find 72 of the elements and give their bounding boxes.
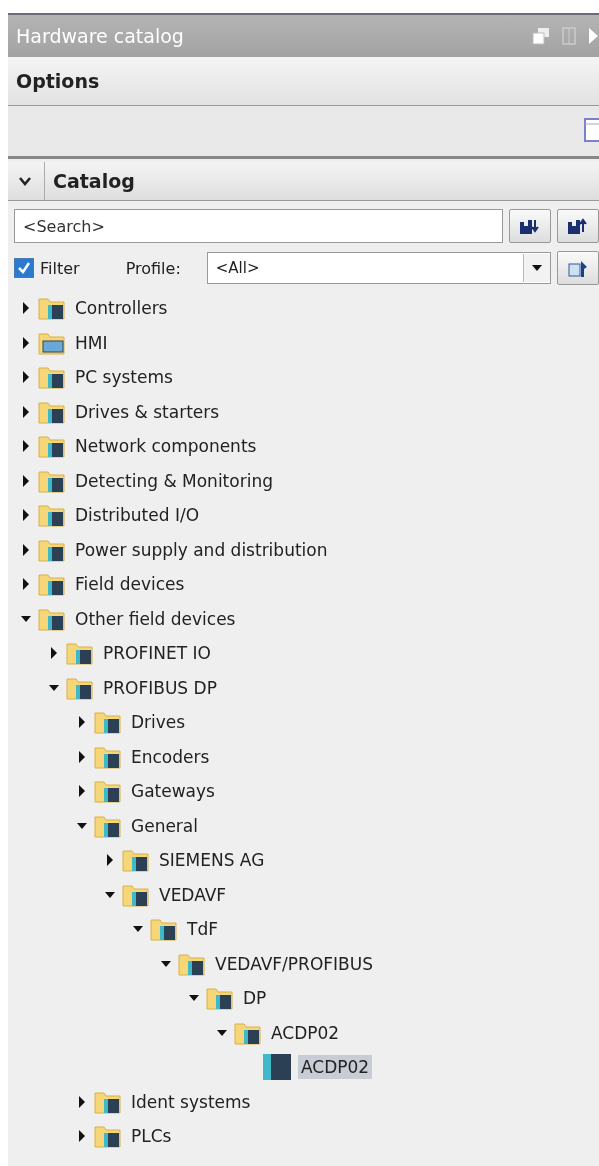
folder-icon <box>94 1123 122 1150</box>
tree-item[interactable]: Gateways <box>128 779 218 804</box>
profile-settings-icon <box>567 258 589 278</box>
collapsed-arrow-icon[interactable] <box>76 1129 88 1144</box>
collapsed-arrow-icon[interactable] <box>20 508 32 523</box>
sort-down-icon <box>519 217 541 235</box>
folder-icon <box>38 364 66 391</box>
catalog-header[interactable]: Catalog <box>8 162 599 201</box>
collapsed-arrow-icon[interactable] <box>76 749 88 764</box>
tree-item[interactable]: Field devices <box>72 572 188 597</box>
search-down-button[interactable] <box>509 209 551 243</box>
tree-item[interactable]: VEDAVF/PROFIBUS <box>212 951 376 976</box>
collapsed-arrow-icon[interactable] <box>20 335 32 350</box>
folder-icon <box>38 502 66 529</box>
folder-icon <box>94 778 122 805</box>
collapsed-arrow-icon[interactable] <box>20 439 32 454</box>
search-up-button[interactable] <box>557 209 599 243</box>
catalog-title: Catalog <box>44 162 135 200</box>
tree-item[interactable]: Drives & starters <box>72 399 223 424</box>
folder-icon <box>206 985 234 1012</box>
tree-item[interactable]: ACDP02 <box>268 1020 343 1045</box>
folder-icon <box>38 433 66 460</box>
filter-checkbox[interactable] <box>14 258 34 278</box>
tree-item[interactable]: DP <box>240 986 270 1011</box>
folder-icon <box>38 571 66 598</box>
tree-item[interactable]: Network components <box>72 434 260 459</box>
tree-item[interactable]: TdF <box>184 917 221 942</box>
options-title: Options <box>16 70 100 92</box>
collapsed-arrow-icon[interactable] <box>20 404 32 419</box>
collapsed-arrow-icon[interactable] <box>76 784 88 799</box>
profile-dropdown[interactable]: <All> <box>206 252 551 284</box>
dropdown-arrow-icon <box>532 265 542 271</box>
collapsed-arrow-icon[interactable] <box>104 853 116 868</box>
folder-icon <box>94 709 122 736</box>
tree-item[interactable]: SIEMENS AG <box>156 848 268 873</box>
collapsed-arrow-icon[interactable] <box>20 577 32 592</box>
tree-item[interactable]: Ident systems <box>128 1089 254 1114</box>
tree-item[interactable]: Controllers <box>72 296 171 321</box>
options-header[interactable]: Options <box>8 57 599 106</box>
collapsed-arrow-icon[interactable] <box>76 1094 88 1109</box>
sort-up-icon <box>567 217 589 235</box>
tree-item[interactable]: Encoders <box>128 744 213 769</box>
profile-settings-button[interactable] <box>557 251 599 285</box>
tree-item[interactable]: VEDAVF <box>156 882 230 907</box>
module-icon <box>262 1053 292 1082</box>
collapsed-arrow-icon[interactable] <box>48 646 60 661</box>
search-field[interactable]: <Search> <box>14 209 503 243</box>
tree-item[interactable]: HMI <box>72 330 111 355</box>
profile-label: Profile: <box>125 258 181 278</box>
tree-item[interactable]: Drives <box>128 710 189 735</box>
collapsed-arrow-icon[interactable] <box>76 715 88 730</box>
folder-icon <box>122 847 150 874</box>
collapsed-arrow-icon[interactable] <box>20 473 32 488</box>
folder-icon <box>150 916 178 943</box>
folder-icon <box>66 640 94 667</box>
tree-item[interactable]: General <box>128 813 201 838</box>
tree-item[interactable]: PROFIBUS DP <box>100 675 220 700</box>
tree-item[interactable]: Other field devices <box>72 606 239 631</box>
window-title: Hardware catalog <box>16 25 184 47</box>
window-icon[interactable] <box>583 117 599 145</box>
tree-item[interactable]: PROFINET IO <box>100 641 214 666</box>
tree-item[interactable]: ACDP02 <box>298 1055 373 1080</box>
tree-item[interactable]: Power supply and distribution <box>72 537 331 562</box>
tree-item[interactable]: PLCs <box>128 1124 175 1149</box>
collapsed-arrow-icon[interactable] <box>20 370 32 385</box>
tree-item[interactable]: PC systems <box>72 365 176 390</box>
filter-label: Filter <box>40 258 80 278</box>
tree-item[interactable]: Distributed I/O <box>72 503 203 528</box>
folder-icon <box>38 295 66 322</box>
collapsed-arrow-icon[interactable] <box>20 542 32 557</box>
collapsed-arrow-icon[interactable] <box>20 301 32 316</box>
tree-item[interactable]: Detecting & Monitoring <box>72 468 276 493</box>
